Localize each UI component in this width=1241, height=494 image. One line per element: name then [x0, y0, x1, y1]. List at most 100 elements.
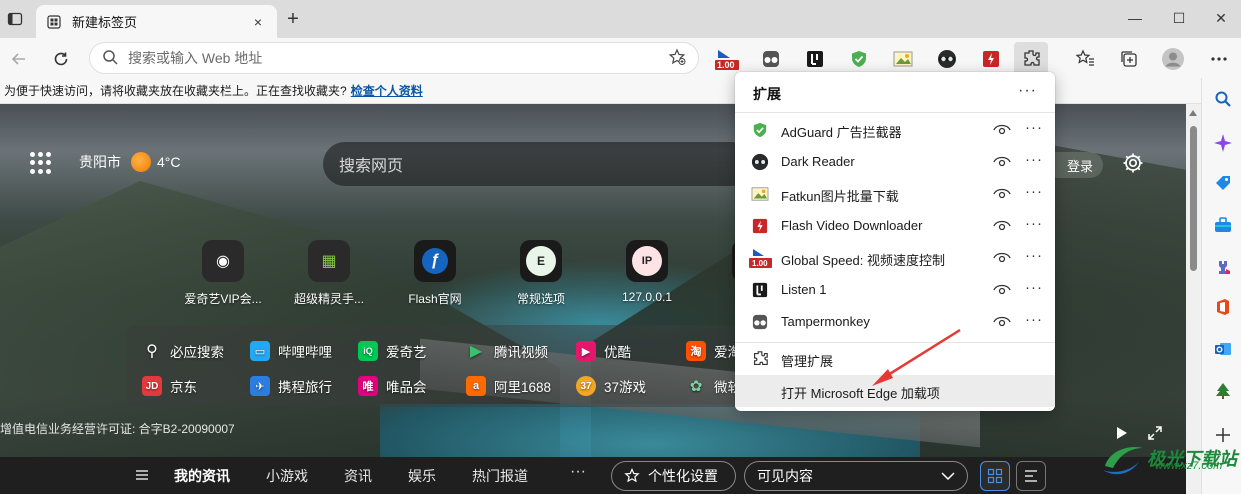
top-site-tile[interactable]: ◉ 爱奇艺VIP会...: [170, 240, 276, 307]
weather-widget[interactable]: 贵阳市 4°C: [79, 152, 181, 172]
quick-link[interactable]: JD 京东: [142, 376, 197, 396]
edge-sidebar: [1201, 78, 1241, 494]
close-window-button[interactable]: ✕: [1201, 6, 1241, 30]
flash-video-downloader-extension-icon[interactable]: [978, 46, 1004, 72]
extension-item-tampermonkey[interactable]: Tampermonkey ···: [735, 306, 1055, 338]
grid-view-icon[interactable]: [980, 461, 1010, 491]
quick-link[interactable]: ▶ 优酷: [576, 341, 631, 361]
quick-link[interactable]: 唯唯品会: [358, 376, 427, 396]
address-input[interactable]: [128, 50, 668, 66]
quick-link-label: 爱奇艺: [386, 345, 427, 360]
sidebar-outlook-icon[interactable]: [1212, 338, 1234, 360]
eye-icon[interactable]: [993, 282, 1011, 298]
profile-avatar-icon[interactable]: [1160, 46, 1186, 72]
check-profile-link[interactable]: 检查个人资料: [351, 82, 423, 99]
page-scrollbar[interactable]: [1186, 104, 1201, 494]
quick-link[interactable]: ✿ 微软: [686, 376, 741, 396]
quick-link[interactable]: ▭ 哔哩哔哩: [250, 341, 332, 361]
sidebar-copilot-icon[interactable]: [1212, 132, 1234, 154]
eye-icon[interactable]: [993, 122, 1011, 138]
extension-item-flash-video-downloader[interactable]: Flash Video Downloader ···: [735, 210, 1055, 242]
global-speed-badge: 1.00: [717, 60, 735, 70]
quick-link[interactable]: ▶ 腾讯视频: [466, 341, 548, 361]
listen1-extension-icon[interactable]: [802, 46, 828, 72]
quick-link[interactable]: a 阿里1688: [466, 376, 551, 396]
quick-link[interactable]: iQ 爱奇艺: [358, 341, 427, 361]
favorites-bar-hint: 为便于快速访问，请将收藏夹放在收藏夹栏上。正在查找收藏夹?: [4, 84, 347, 98]
extension-item-fatkun[interactable]: Fatkun图片批量下载 ···: [735, 178, 1055, 210]
nav-my-feed[interactable]: 我的资讯: [174, 466, 230, 486]
extension-more-button[interactable]: ···: [1025, 215, 1043, 232]
add-favorite-icon[interactable]: [668, 48, 686, 69]
quick-link[interactable]: ⚲ 必应搜索: [142, 341, 224, 361]
visible-content-dropdown[interactable]: 可见内容: [744, 461, 968, 491]
extensions-more-button[interactable]: ···: [1018, 82, 1037, 100]
top-site-label: 常规选项: [516, 292, 565, 306]
extension-item-listen1[interactable]: Listen 1 ···: [735, 274, 1055, 306]
maximize-button[interactable]: ☐: [1159, 6, 1199, 30]
sidebar-tree-icon[interactable]: [1212, 380, 1234, 402]
nav-more-button[interactable]: ···: [570, 463, 586, 481]
hamburger-menu-icon[interactable]: [134, 467, 150, 483]
nav-mini-games[interactable]: 小游戏: [266, 466, 308, 486]
extension-more-button[interactable]: ···: [1025, 183, 1043, 200]
temperature: 4°C: [157, 154, 181, 170]
nav-news[interactable]: 资讯: [344, 466, 372, 486]
top-site-tile[interactable]: IP 127.0.0.1: [594, 240, 700, 307]
collections-icon[interactable]: [1116, 46, 1142, 72]
address-bar[interactable]: [89, 42, 699, 74]
open-edge-addons-item[interactable]: 打开 Microsoft Edge 加载项: [735, 375, 1055, 407]
extension-more-button[interactable]: ···: [1025, 311, 1043, 328]
extension-more-button[interactable]: ···: [1025, 119, 1043, 136]
close-tab-icon[interactable]: ×: [249, 13, 267, 31]
search-icon: [102, 49, 118, 68]
sidebar-shopping-icon[interactable]: [1212, 172, 1234, 194]
tab-new-tab[interactable]: 新建标签页 ×: [36, 5, 277, 38]
extension-item-dark-reader[interactable]: Dark Reader ···: [735, 146, 1055, 178]
quick-link[interactable]: 淘爱淘: [686, 341, 741, 361]
extension-more-button[interactable]: ···: [1025, 151, 1043, 168]
extensions-icon[interactable]: [1014, 42, 1048, 76]
nav-trending[interactable]: 热门报道: [472, 466, 528, 486]
adguard-extension-icon[interactable]: [846, 46, 872, 72]
extension-item-global-speed[interactable]: 1.00 Global Speed: 视频速度控制 ···: [735, 242, 1055, 274]
top-site-tile[interactable]: E 常规选项: [488, 240, 594, 307]
list-view-icon[interactable]: [1016, 461, 1046, 491]
minimize-button[interactable]: —: [1115, 6, 1155, 30]
extension-more-button[interactable]: ···: [1025, 279, 1043, 296]
fatkun-extension-icon[interactable]: [890, 46, 916, 72]
eye-icon[interactable]: [993, 250, 1011, 266]
eye-icon[interactable]: [993, 218, 1011, 234]
web-search-box[interactable]: 搜索网页: [323, 142, 753, 186]
top-sites: ◉ 爱奇艺VIP会... ▦ 超级精灵手... ƒ Flash官网 E 常规选项…: [170, 240, 806, 307]
top-site-tile[interactable]: ▦ 超级精灵手...: [276, 240, 382, 307]
page-settings-icon[interactable]: [1120, 150, 1146, 176]
sidebar-games-icon[interactable]: [1212, 256, 1234, 278]
personalize-button[interactable]: 个性化设置: [611, 461, 736, 491]
app-launcher-icon[interactable]: [30, 152, 52, 174]
tampermonkey-extension-icon[interactable]: [758, 46, 784, 72]
favorites-icon[interactable]: [1072, 46, 1098, 72]
top-site-tile[interactable]: ƒ Flash官网: [382, 240, 488, 307]
quick-link[interactable]: 37 37游戏: [576, 376, 646, 396]
extension-item-adguard[interactable]: AdGuard 广告拦截器 ···: [735, 114, 1055, 146]
eye-icon[interactable]: [993, 186, 1011, 202]
global-speed-extension-icon[interactable]: 1.00: [715, 46, 741, 72]
sidebar-office-icon[interactable]: [1212, 296, 1234, 318]
extension-more-button[interactable]: ···: [1025, 247, 1043, 264]
manage-extensions-item[interactable]: 管理扩展: [735, 343, 1055, 375]
nav-entertainment[interactable]: 娱乐: [408, 466, 436, 486]
tab-actions-icon[interactable]: [6, 10, 24, 28]
quick-link[interactable]: ✈ 携程旅行: [250, 376, 332, 396]
sidebar-tools-icon[interactable]: [1212, 214, 1234, 236]
dark-reader-extension-icon[interactable]: [934, 46, 960, 72]
sidebar-search-icon[interactable]: [1212, 88, 1234, 110]
settings-more-icon[interactable]: [1206, 46, 1232, 72]
scrollbar-thumb[interactable]: [1190, 126, 1197, 271]
new-tab-button[interactable]: +: [284, 8, 302, 30]
scroll-up-arrow-icon[interactable]: [1189, 110, 1197, 116]
eye-icon[interactable]: [993, 154, 1011, 170]
eye-icon[interactable]: [993, 314, 1011, 330]
back-icon[interactable]: [6, 46, 32, 72]
refresh-icon[interactable]: [48, 46, 74, 72]
